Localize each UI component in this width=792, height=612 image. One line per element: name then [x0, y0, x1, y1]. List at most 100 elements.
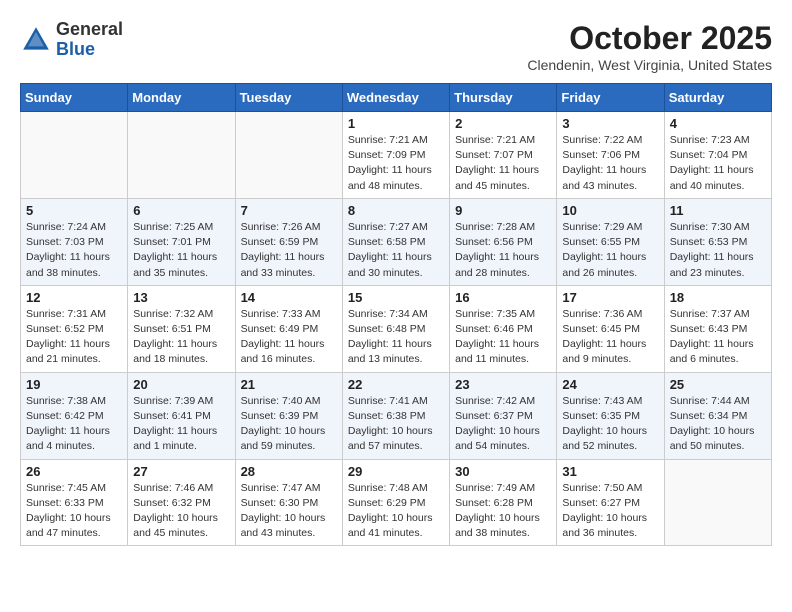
day-info: Sunrise: 7:40 AM Sunset: 6:39 PM Dayligh…	[241, 394, 337, 455]
day-number: 13	[133, 290, 229, 305]
day-info: Sunrise: 7:41 AM Sunset: 6:38 PM Dayligh…	[348, 394, 444, 455]
calendar-week-row: 26 Sunrise: 7:45 AM Sunset: 6:33 PM Dayli…	[21, 459, 772, 546]
day-info: Sunrise: 7:42 AM Sunset: 6:37 PM Dayligh…	[455, 394, 551, 455]
day-info: Sunrise: 7:39 AM Sunset: 6:41 PM Dayligh…	[133, 394, 229, 455]
day-number: 3	[562, 116, 658, 131]
day-info: Sunrise: 7:22 AM Sunset: 7:06 PM Dayligh…	[562, 133, 658, 194]
calendar-cell: 2 Sunrise: 7:21 AM Sunset: 7:07 PM Daylig…	[450, 112, 557, 199]
day-number: 4	[670, 116, 766, 131]
weekday-header-tuesday: Tuesday	[235, 84, 342, 112]
calendar-cell	[235, 112, 342, 199]
calendar-cell: 8 Sunrise: 7:27 AM Sunset: 6:58 PM Daylig…	[342, 198, 449, 285]
day-info: Sunrise: 7:29 AM Sunset: 6:55 PM Dayligh…	[562, 220, 658, 281]
day-number: 12	[26, 290, 122, 305]
calendar-cell: 15 Sunrise: 7:34 AM Sunset: 6:48 PM Dayli…	[342, 285, 449, 372]
day-info: Sunrise: 7:31 AM Sunset: 6:52 PM Dayligh…	[26, 307, 122, 368]
day-number: 15	[348, 290, 444, 305]
day-info: Sunrise: 7:48 AM Sunset: 6:29 PM Dayligh…	[348, 481, 444, 542]
day-info: Sunrise: 7:37 AM Sunset: 6:43 PM Dayligh…	[670, 307, 766, 368]
calendar-table: SundayMondayTuesdayWednesdayThursdayFrid…	[20, 83, 772, 546]
day-number: 8	[348, 203, 444, 218]
day-info: Sunrise: 7:28 AM Sunset: 6:56 PM Dayligh…	[455, 220, 551, 281]
calendar-cell: 18Sunrise: 7:37 AM Sunset: 6:43 PM Dayli…	[664, 285, 771, 372]
calendar-cell: 30Sunrise: 7:49 AM Sunset: 6:28 PM Dayli…	[450, 459, 557, 546]
calendar-cell: 20 Sunrise: 7:39 AM Sunset: 6:41 PM Dayli…	[128, 372, 235, 459]
day-number: 22	[348, 377, 444, 392]
calendar-cell	[128, 112, 235, 199]
day-info: Sunrise: 7:50 AM Sunset: 6:27 PM Dayligh…	[562, 481, 658, 542]
day-number: 19	[26, 377, 122, 392]
month-title: October 2025	[527, 20, 772, 57]
day-info: Sunrise: 7:47 AM Sunset: 6:30 PM Dayligh…	[241, 481, 337, 542]
weekday-header-sunday: Sunday	[21, 84, 128, 112]
calendar-cell: 22 Sunrise: 7:41 AM Sunset: 6:38 PM Dayli…	[342, 372, 449, 459]
calendar-cell: 11 Sunrise: 7:30 AM Sunset: 6:53 PM Dayli…	[664, 198, 771, 285]
calendar-cell: 3 Sunrise: 7:22 AM Sunset: 7:06 PM Daylig…	[557, 112, 664, 199]
calendar-cell	[21, 112, 128, 199]
day-number: 2	[455, 116, 551, 131]
title-block: October 2025 Clendenin, West Virginia, U…	[527, 20, 772, 73]
calendar-week-row: 19 Sunrise: 7:38 AM Sunset: 6:42 PM Dayli…	[21, 372, 772, 459]
day-info: Sunrise: 7:44 AM Sunset: 6:34 PM Dayligh…	[670, 394, 766, 455]
weekday-header-row: SundayMondayTuesdayWednesdayThursdayFrid…	[21, 84, 772, 112]
day-info: Sunrise: 7:30 AM Sunset: 6:53 PM Dayligh…	[670, 220, 766, 281]
day-info: Sunrise: 7:21 AM Sunset: 7:09 PM Dayligh…	[348, 133, 444, 194]
day-number: 5	[26, 203, 122, 218]
weekday-header-monday: Monday	[128, 84, 235, 112]
calendar-cell	[664, 459, 771, 546]
day-number: 20	[133, 377, 229, 392]
calendar-cell: 25Sunrise: 7:44 AM Sunset: 6:34 PM Dayli…	[664, 372, 771, 459]
calendar-cell: 23Sunrise: 7:42 AM Sunset: 6:37 PM Dayli…	[450, 372, 557, 459]
calendar-cell: 14 Sunrise: 7:33 AM Sunset: 6:49 PM Dayli…	[235, 285, 342, 372]
day-number: 6	[133, 203, 229, 218]
day-info: Sunrise: 7:46 AM Sunset: 6:32 PM Dayligh…	[133, 481, 229, 542]
logo-blue-label: Blue	[56, 40, 123, 60]
calendar-cell: 4 Sunrise: 7:23 AM Sunset: 7:04 PM Daylig…	[664, 112, 771, 199]
day-number: 26	[26, 464, 122, 479]
calendar-cell: 1Sunrise: 7:21 AM Sunset: 7:09 PM Daylig…	[342, 112, 449, 199]
calendar-cell: 12 Sunrise: 7:31 AM Sunset: 6:52 PM Dayli…	[21, 285, 128, 372]
day-number: 27	[133, 464, 229, 479]
weekday-header-thursday: Thursday	[450, 84, 557, 112]
day-info: Sunrise: 7:26 AM Sunset: 6:59 PM Dayligh…	[241, 220, 337, 281]
day-info: Sunrise: 7:23 AM Sunset: 7:04 PM Dayligh…	[670, 133, 766, 194]
day-number: 28	[241, 464, 337, 479]
day-number: 17	[562, 290, 658, 305]
weekday-header-wednesday: Wednesday	[342, 84, 449, 112]
calendar-cell: 6 Sunrise: 7:25 AM Sunset: 7:01 PM Daylig…	[128, 198, 235, 285]
day-info: Sunrise: 7:35 AM Sunset: 6:46 PM Dayligh…	[455, 307, 551, 368]
day-number: 30	[455, 464, 551, 479]
day-number: 11	[670, 203, 766, 218]
day-info: Sunrise: 7:36 AM Sunset: 6:45 PM Dayligh…	[562, 307, 658, 368]
day-info: Sunrise: 7:21 AM Sunset: 7:07 PM Dayligh…	[455, 133, 551, 194]
calendar-week-row: 1Sunrise: 7:21 AM Sunset: 7:09 PM Daylig…	[21, 112, 772, 199]
logo: General Blue	[20, 20, 123, 60]
calendar-cell: 19 Sunrise: 7:38 AM Sunset: 6:42 PM Dayli…	[21, 372, 128, 459]
day-info: Sunrise: 7:25 AM Sunset: 7:01 PM Dayligh…	[133, 220, 229, 281]
logo-text: General Blue	[56, 20, 123, 60]
day-info: Sunrise: 7:38 AM Sunset: 6:42 PM Dayligh…	[26, 394, 122, 455]
calendar-week-row: 5Sunrise: 7:24 AM Sunset: 7:03 PM Daylig…	[21, 198, 772, 285]
location-label: Clendenin, West Virginia, United States	[527, 57, 772, 73]
day-number: 10	[562, 203, 658, 218]
day-info: Sunrise: 7:45 AM Sunset: 6:33 PM Dayligh…	[26, 481, 122, 542]
calendar-cell: 7 Sunrise: 7:26 AM Sunset: 6:59 PM Daylig…	[235, 198, 342, 285]
day-info: Sunrise: 7:43 AM Sunset: 6:35 PM Dayligh…	[562, 394, 658, 455]
logo-general-label: General	[56, 20, 123, 40]
day-number: 31	[562, 464, 658, 479]
day-info: Sunrise: 7:27 AM Sunset: 6:58 PM Dayligh…	[348, 220, 444, 281]
day-info: Sunrise: 7:33 AM Sunset: 6:49 PM Dayligh…	[241, 307, 337, 368]
calendar-cell: 31 Sunrise: 7:50 AM Sunset: 6:27 PM Dayli…	[557, 459, 664, 546]
calendar-cell: 29 Sunrise: 7:48 AM Sunset: 6:29 PM Dayli…	[342, 459, 449, 546]
day-number: 7	[241, 203, 337, 218]
day-info: Sunrise: 7:34 AM Sunset: 6:48 PM Dayligh…	[348, 307, 444, 368]
calendar-cell: 9Sunrise: 7:28 AM Sunset: 6:56 PM Daylig…	[450, 198, 557, 285]
calendar-cell: 24 Sunrise: 7:43 AM Sunset: 6:35 PM Dayli…	[557, 372, 664, 459]
day-info: Sunrise: 7:32 AM Sunset: 6:51 PM Dayligh…	[133, 307, 229, 368]
day-number: 29	[348, 464, 444, 479]
day-number: 21	[241, 377, 337, 392]
calendar-cell: 28 Sunrise: 7:47 AM Sunset: 6:30 PM Dayli…	[235, 459, 342, 546]
day-number: 24	[562, 377, 658, 392]
day-number: 14	[241, 290, 337, 305]
calendar-cell: 10 Sunrise: 7:29 AM Sunset: 6:55 PM Dayli…	[557, 198, 664, 285]
